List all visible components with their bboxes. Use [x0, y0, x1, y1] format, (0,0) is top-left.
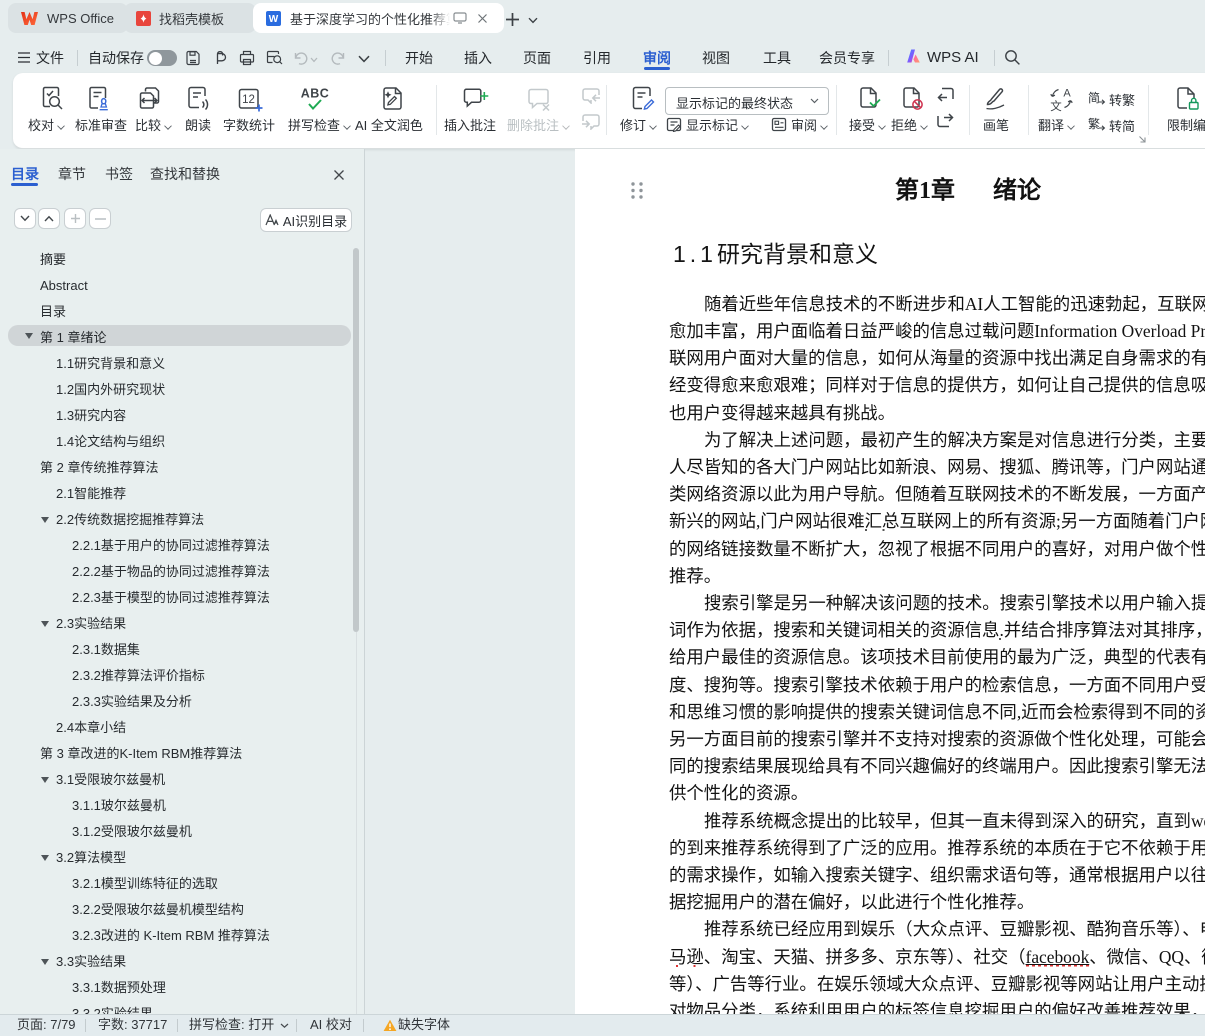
- svg-text:文: 文: [1050, 99, 1062, 112]
- svg-text:A: A: [1063, 88, 1071, 100]
- svg-text:ABC: ABC: [301, 87, 330, 101]
- svg-text:W: W: [269, 14, 279, 25]
- svg-text:12: 12: [242, 94, 255, 106]
